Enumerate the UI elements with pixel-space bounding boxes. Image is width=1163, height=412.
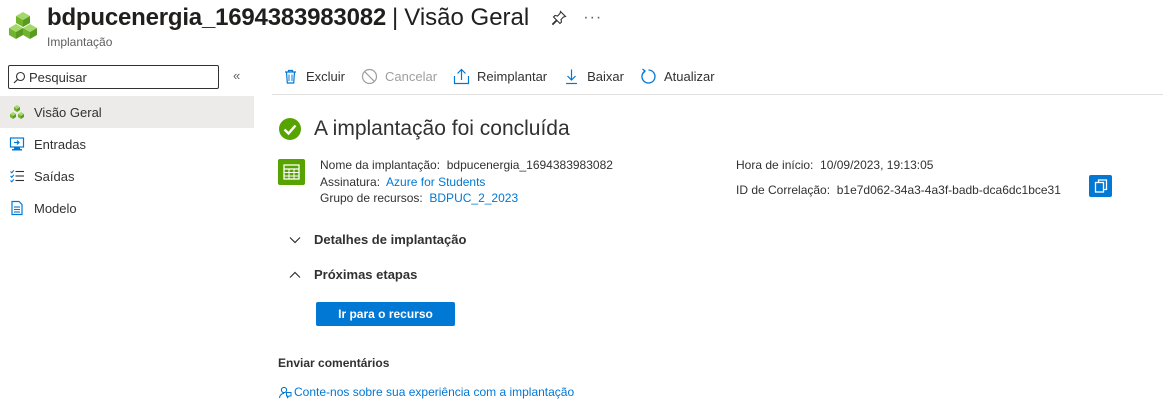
inputs-icon: [9, 136, 25, 152]
delete-label: Excluir: [306, 68, 346, 84]
subscription-key: Assinatura:: [320, 174, 381, 189]
resource-name: bdpucenergia_1694383983082: [47, 4, 387, 31]
deployment-status: A implantação foi concluída: [278, 117, 570, 141]
deployment-details-label: Detalhes de implantação: [314, 232, 467, 247]
cubes-icon: [9, 104, 25, 120]
download-icon: [563, 68, 580, 85]
more-options-icon[interactable]: ···: [583, 10, 602, 26]
deployment-name-key: Nome da implantação:: [320, 158, 441, 172]
pin-icon[interactable]: [551, 10, 567, 26]
subscription-link[interactable]: Azure for Students: [386, 175, 485, 189]
sidebar-item-label: Modelo: [34, 200, 77, 216]
sidebar-item-template[interactable]: Modelo: [0, 192, 254, 224]
deployment-name-value: bdpucenergia_1694383983082: [446, 158, 613, 172]
sidebar-item-overview[interactable]: Visão Geral: [0, 96, 254, 128]
deployment-details-expander[interactable]: Detalhes de implantação: [288, 232, 466, 247]
sidebar-item-inputs[interactable]: Entradas: [0, 128, 254, 160]
sidebar-item-label: Saídas: [34, 168, 75, 184]
resource-group-row: Grupo de recursos: BDPUC_2_2023: [320, 190, 613, 207]
deployment-table-icon: [278, 159, 305, 185]
trash-icon: [282, 68, 299, 85]
resource-group-key: Grupo de recursos:: [320, 191, 423, 205]
cancel-button[interactable]: Cancelar: [361, 68, 437, 85]
template-icon: [9, 200, 25, 216]
feedback-link-label: Conte-nos sobre sua experiência com a im…: [294, 385, 575, 399]
main-content: A implantação foi concluída Nome da impl…: [278, 95, 1163, 412]
deployment-cubes-icon: [9, 12, 37, 39]
cancel-icon: [361, 68, 378, 85]
resource-type: Implantação: [47, 35, 113, 49]
copy-icon: [1094, 179, 1107, 193]
success-check-icon: [279, 118, 301, 140]
subscription-row: Assinatura: Azure for Students: [320, 174, 613, 191]
feedback-person-icon: [278, 385, 292, 399]
next-steps-expander[interactable]: Próximas etapas: [288, 267, 417, 282]
search-input[interactable]: [29, 69, 209, 85]
sidebar-item-outputs[interactable]: Saídas: [0, 160, 254, 192]
outputs-icon: [9, 168, 25, 184]
upload-icon: [453, 68, 470, 85]
command-bar: Excluir Cancelar Reimplantar Baixar Atua…: [272, 58, 1163, 95]
refresh-button[interactable]: Atualizar: [640, 67, 715, 85]
feedback-link[interactable]: Conte-nos sobre sua experiência com a im…: [278, 385, 574, 399]
blade-header: bdpucenergia_1694383983082 | Visão Geral…: [0, 0, 1163, 58]
chevron-up-icon: [288, 268, 302, 282]
next-steps-label: Próximas etapas: [314, 267, 418, 282]
deployment-info-right: Hora de início: 10/09/2023, 19:13:05 ID …: [736, 157, 1061, 198]
sidebar-item-label: Visão Geral: [34, 104, 102, 120]
feedback-title: Enviar comentários: [278, 356, 390, 370]
search-icon: [13, 71, 26, 83]
collapse-sidebar-icon[interactable]: «: [233, 68, 240, 83]
blade-title: Visão Geral: [404, 4, 530, 31]
redeploy-button[interactable]: Reimplantar: [453, 68, 547, 85]
start-time-row: Hora de início: 10/09/2023, 19:13:05: [736, 157, 1061, 174]
correlation-key: ID de Correlação:: [736, 182, 831, 197]
resource-group-link[interactable]: BDPUC_2_2023: [429, 191, 518, 205]
sidebar: « Visão Geral Entradas Saídas: [0, 58, 254, 412]
title-separator: |: [392, 4, 399, 31]
refresh-label: Atualizar: [664, 68, 715, 84]
download-label: Baixar: [587, 68, 624, 84]
start-time-key: Hora de início:: [736, 158, 814, 172]
deployment-name-row: Nome da implantação: bdpucenergia_169438…: [320, 157, 613, 174]
sidebar-item-label: Entradas: [34, 136, 87, 152]
refresh-icon: [640, 67, 657, 85]
status-message: A implantação foi concluída: [314, 117, 570, 140]
copy-correlation-button[interactable]: [1089, 175, 1112, 197]
redeploy-label: Reimplantar: [477, 68, 548, 84]
sidebar-nav: Visão Geral Entradas Saídas Modelo: [0, 96, 254, 224]
correlation-value: b1e7d062-34a3-4a3f-badb-dca6dc1bce31: [836, 182, 1061, 197]
correlation-row: ID de Correlação: b1e7d062-34a3-4a3f-bad…: [736, 182, 1061, 199]
delete-button[interactable]: Excluir: [282, 68, 345, 85]
chevron-down-icon: [288, 233, 302, 247]
search-box[interactable]: [8, 65, 219, 89]
download-button[interactable]: Baixar: [563, 68, 624, 85]
cancel-label: Cancelar: [385, 68, 438, 84]
go-to-resource-button[interactable]: Ir para o recurso: [316, 302, 455, 326]
deployment-info-left: Nome da implantação: bdpucenergia_169438…: [320, 157, 613, 207]
start-time-value: 10/09/2023, 19:13:05: [820, 158, 934, 172]
